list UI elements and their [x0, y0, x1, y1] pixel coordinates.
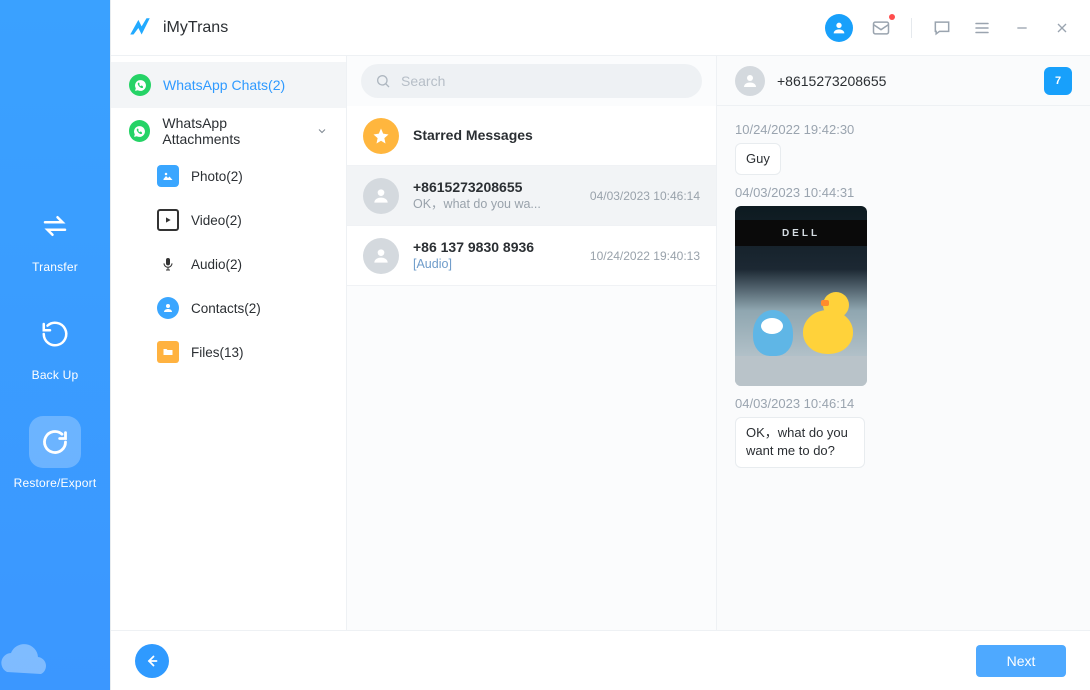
avatar-icon [363, 178, 399, 214]
close-icon[interactable] [1050, 16, 1074, 40]
conv-preview: [Audio] [413, 256, 576, 272]
tree-label: Video(2) [191, 213, 242, 228]
conv-title: +86 137 9830 8936 [413, 238, 576, 256]
titlebar-actions [825, 14, 1074, 42]
rail-item-label: Back Up [32, 368, 79, 382]
conv-time: 10/24/2022 19:40:13 [590, 249, 700, 263]
account-icon[interactable] [825, 14, 853, 42]
image-caption: DELL [735, 220, 867, 246]
calendar-day: 7 [1055, 75, 1061, 87]
message-timestamp: 04/03/2023 10:46:14 [735, 396, 1072, 411]
tree-photo[interactable]: Photo(2) [157, 154, 346, 198]
tree-label: Photo(2) [191, 169, 243, 184]
rail-item-label: Transfer [32, 260, 78, 274]
tree-label: Files(13) [191, 345, 244, 360]
feedback-icon[interactable] [930, 16, 954, 40]
inbox-icon[interactable] [869, 16, 893, 40]
main-window: iMyTrans [110, 0, 1090, 690]
conv-starred[interactable]: Starred Messages [347, 106, 716, 166]
avatar-icon [363, 238, 399, 274]
avatar-icon [735, 66, 765, 96]
rail-item-restore-export[interactable]: Restore/Export [15, 416, 95, 490]
tree-contacts[interactable]: Contacts(2) [157, 286, 346, 330]
tree-label: Audio(2) [191, 257, 242, 272]
conversation-list-pane: Starred Messages +8615273208655 OK，what … [347, 56, 717, 630]
message-timestamp: 04/03/2023 10:44:31 [735, 185, 1072, 200]
category-tree: WhatsApp Chats(2) WhatsApp Attachments P… [111, 56, 347, 630]
left-rail: Transfer Back Up Restore/Export [0, 0, 110, 690]
tree-video[interactable]: Video(2) [157, 198, 346, 242]
conv-time: 04/03/2023 10:46:14 [590, 189, 700, 203]
searchbar [347, 56, 716, 106]
tree-whatsapp-attachments[interactable]: WhatsApp Attachments [111, 108, 346, 154]
menu-icon[interactable] [970, 16, 994, 40]
tree-label: WhatsApp Chats(2) [163, 77, 285, 93]
message-bubble: Guy [735, 143, 781, 175]
chevron-down-icon [316, 125, 328, 137]
microphone-icon [157, 253, 179, 275]
tree-whatsapp-chats[interactable]: WhatsApp Chats(2) [111, 62, 346, 108]
message-timestamp: 10/24/2022 19:42:30 [735, 122, 1072, 137]
tree-audio[interactable]: Audio(2) [157, 242, 346, 286]
search-icon [375, 73, 391, 89]
chat-message: 04/03/2023 10:44:31 DELL [735, 185, 1072, 386]
content: WhatsApp Chats(2) WhatsApp Attachments P… [111, 56, 1090, 630]
rail-item-label: Restore/Export [14, 476, 97, 490]
minimize-icon[interactable] [1010, 16, 1034, 40]
rail-item-transfer[interactable]: Transfer [15, 200, 95, 274]
chat-message: 04/03/2023 10:46:14 OK，what do you want … [735, 396, 1072, 467]
calendar-icon[interactable]: 7 [1044, 67, 1072, 95]
contact-icon [157, 297, 179, 319]
app-name: iMyTrans [163, 19, 228, 37]
cloud-decoration-icon [0, 640, 62, 680]
tree-label: Contacts(2) [191, 301, 261, 316]
tree-attachment-children: Photo(2) Video(2) Audio(2) Contacts(2) F… [111, 154, 346, 374]
chat-messages[interactable]: 10/24/2022 19:42:30 Guy 04/03/2023 10:44… [717, 106, 1090, 630]
conv-title: Starred Messages [413, 126, 700, 144]
star-icon [363, 118, 399, 154]
whatsapp-icon [129, 120, 150, 142]
search-input[interactable] [401, 73, 688, 89]
chat-title: +8615273208655 [777, 73, 1032, 89]
conv-item[interactable]: +8615273208655 OK，what do you wa... 04/0… [347, 166, 716, 226]
app-logo-icon [127, 15, 153, 41]
folder-icon [157, 341, 179, 363]
brand: iMyTrans [127, 15, 228, 41]
video-icon [157, 209, 179, 231]
message-image[interactable]: DELL [735, 206, 867, 386]
tree-label: WhatsApp Attachments [162, 115, 304, 147]
rail-item-backup[interactable]: Back Up [15, 308, 95, 382]
titlebar: iMyTrans [111, 0, 1090, 56]
tree-files[interactable]: Files(13) [157, 330, 346, 374]
whatsapp-icon [129, 74, 151, 96]
chat-pane: +8615273208655 7 10/24/2022 19:42:30 Guy… [717, 56, 1090, 630]
conv-title: +8615273208655 [413, 178, 576, 196]
conv-preview: OK，what do you wa... [413, 196, 576, 212]
chat-header: +8615273208655 7 [717, 56, 1090, 106]
backup-icon [29, 308, 81, 360]
restore-icon [29, 416, 81, 468]
photo-icon [157, 165, 179, 187]
next-button[interactable]: Next [976, 645, 1066, 677]
conv-item[interactable]: +86 137 9830 8936 [Audio] 10/24/2022 19:… [347, 226, 716, 286]
transfer-icon [29, 200, 81, 252]
search-input-wrapper[interactable] [361, 64, 702, 98]
footer: Next [111, 630, 1090, 690]
back-button[interactable] [135, 644, 169, 678]
message-bubble: OK，what do you want me to do? [735, 417, 865, 467]
chat-message: 10/24/2022 19:42:30 Guy [735, 122, 1072, 175]
